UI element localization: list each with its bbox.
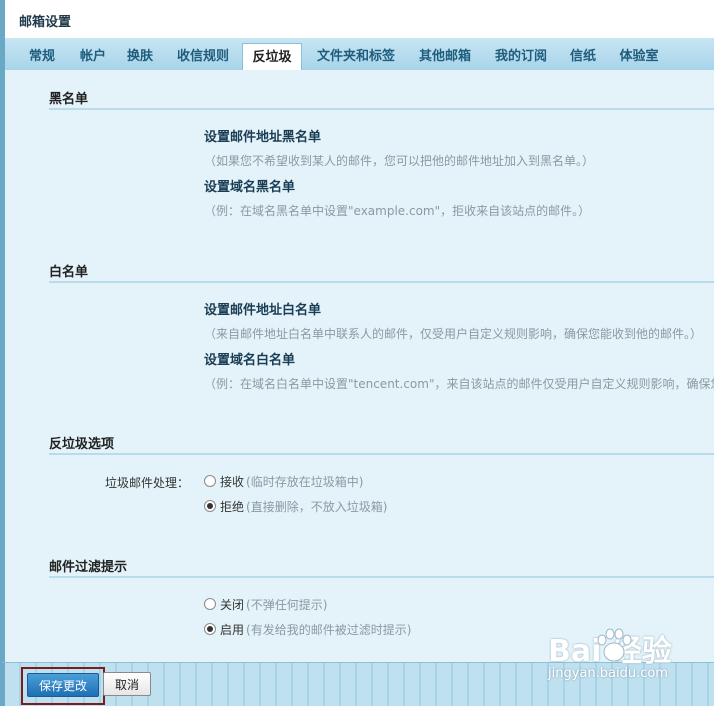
tab-stationery[interactable]: 信纸 <box>565 43 601 70</box>
tab-other-mailboxes[interactable]: 其他邮箱 <box>413 43 477 70</box>
spam-reject-label: 拒绝 <box>220 499 245 514</box>
filter-notice-on-hint: (有发给我的邮件被过滤时提示) <box>246 622 412 637</box>
address-blacklist-link[interactable]: 设置邮件地址黑名单 <box>204 126 321 145</box>
save-button-highlight: 保存更改 <box>21 667 105 705</box>
spam-reject-option[interactable]: 拒绝 (直接删除，不放入垃圾箱) <box>204 498 387 514</box>
filter-notice-on-option[interactable]: 启用 (有发给我的邮件被过滤时提示) <box>204 621 411 637</box>
domain-whitelist-link[interactable]: 设置域名白名单 <box>204 349 295 368</box>
domain-blacklist-desc: （例：在域名黑名单中设置"example.com"，拒收来自该站点的邮件。） <box>204 204 591 218</box>
address-whitelist-desc: （来自邮件地址白名单中联系人的邮件，仅受用户自定义规则影响，确保您能收到他的邮件… <box>204 327 703 341</box>
filter-notice-off-hint: (不弹任何提示) <box>246 597 328 612</box>
tab-folders-labels[interactable]: 文件夹和标签 <box>310 43 402 70</box>
domain-whitelist-desc: （例：在域名白名单中设置"tencent.com"，来自该站点的邮件仅受用户自定… <box>204 377 714 391</box>
antispam-settings-panel: 黑名单 设置邮件地址黑名单 （如果您不希望收到某人的邮件，您可以把他的邮件地址加… <box>0 70 714 662</box>
section-divider <box>49 453 714 455</box>
tab-general[interactable]: 常规 <box>21 43 63 70</box>
filter-notice-title: 邮件过滤提示 <box>49 560 128 575</box>
tab-labs[interactable]: 体验室 <box>612 43 666 70</box>
spam-reject-hint: (直接删除，不放入垃圾箱) <box>246 499 388 514</box>
filter-notice-off-radio[interactable] <box>204 598 216 610</box>
spam-accept-label: 接收 <box>220 474 245 489</box>
cancel-button[interactable]: 取消 <box>103 672 151 696</box>
filter-notice-on-radio[interactable] <box>204 623 216 635</box>
spam-accept-option[interactable]: 接收 (临时存放在垃圾箱中) <box>204 473 363 489</box>
filter-notice-on-label: 启用 <box>220 622 245 637</box>
spam-accept-radio[interactable] <box>204 475 216 487</box>
address-blacklist-desc: （如果您不希望收到某人的邮件，您可以把他的邮件地址加入到黑名单。） <box>204 154 595 168</box>
spam-accept-hint: (临时存放在垃圾箱中) <box>246 474 364 489</box>
tab-skin[interactable]: 换肤 <box>120 43 160 70</box>
blacklist-section-title: 黑名单 <box>49 92 89 107</box>
filter-notice-off-label: 关闭 <box>220 597 245 612</box>
spam-handling-label: 垃圾邮件处理： <box>105 476 190 490</box>
whitelist-section-title: 白名单 <box>49 265 89 280</box>
baidu-jingyan-watermark: Bai 经验 jingyan.baidu.com <box>548 626 714 690</box>
tab-antispam[interactable]: 反垃圾 <box>242 43 302 70</box>
domain-blacklist-link[interactable]: 设置域名黑名单 <box>204 176 295 195</box>
tab-mail-rules[interactable]: 收信规则 <box>170 43 236 70</box>
tab-account[interactable]: 帐户 <box>73 43 113 70</box>
section-divider <box>49 576 714 578</box>
section-divider <box>49 108 714 110</box>
section-divider <box>49 281 714 283</box>
paw-icon <box>597 628 632 662</box>
window-title: 邮箱设置 <box>19 15 72 30</box>
filter-notice-off-option[interactable]: 关闭 (不弹任何提示) <box>204 596 327 612</box>
window-title-bar: 邮箱设置 <box>0 0 714 38</box>
watermark-url: jingyan.baidu.com <box>548 666 668 681</box>
spam-reject-radio[interactable] <box>204 500 216 512</box>
tab-my-subscriptions[interactable]: 我的订阅 <box>489 43 553 70</box>
settings-tab-bar: 常规 帐户 换肤 收信规则 反垃圾 文件夹和标签 其他邮箱 我的订阅 信纸 体验… <box>0 38 714 70</box>
address-whitelist-link[interactable]: 设置邮件地址白名单 <box>204 299 321 318</box>
save-changes-button[interactable]: 保存更改 <box>27 673 99 697</box>
antispam-options-title: 反垃圾选项 <box>49 437 115 452</box>
